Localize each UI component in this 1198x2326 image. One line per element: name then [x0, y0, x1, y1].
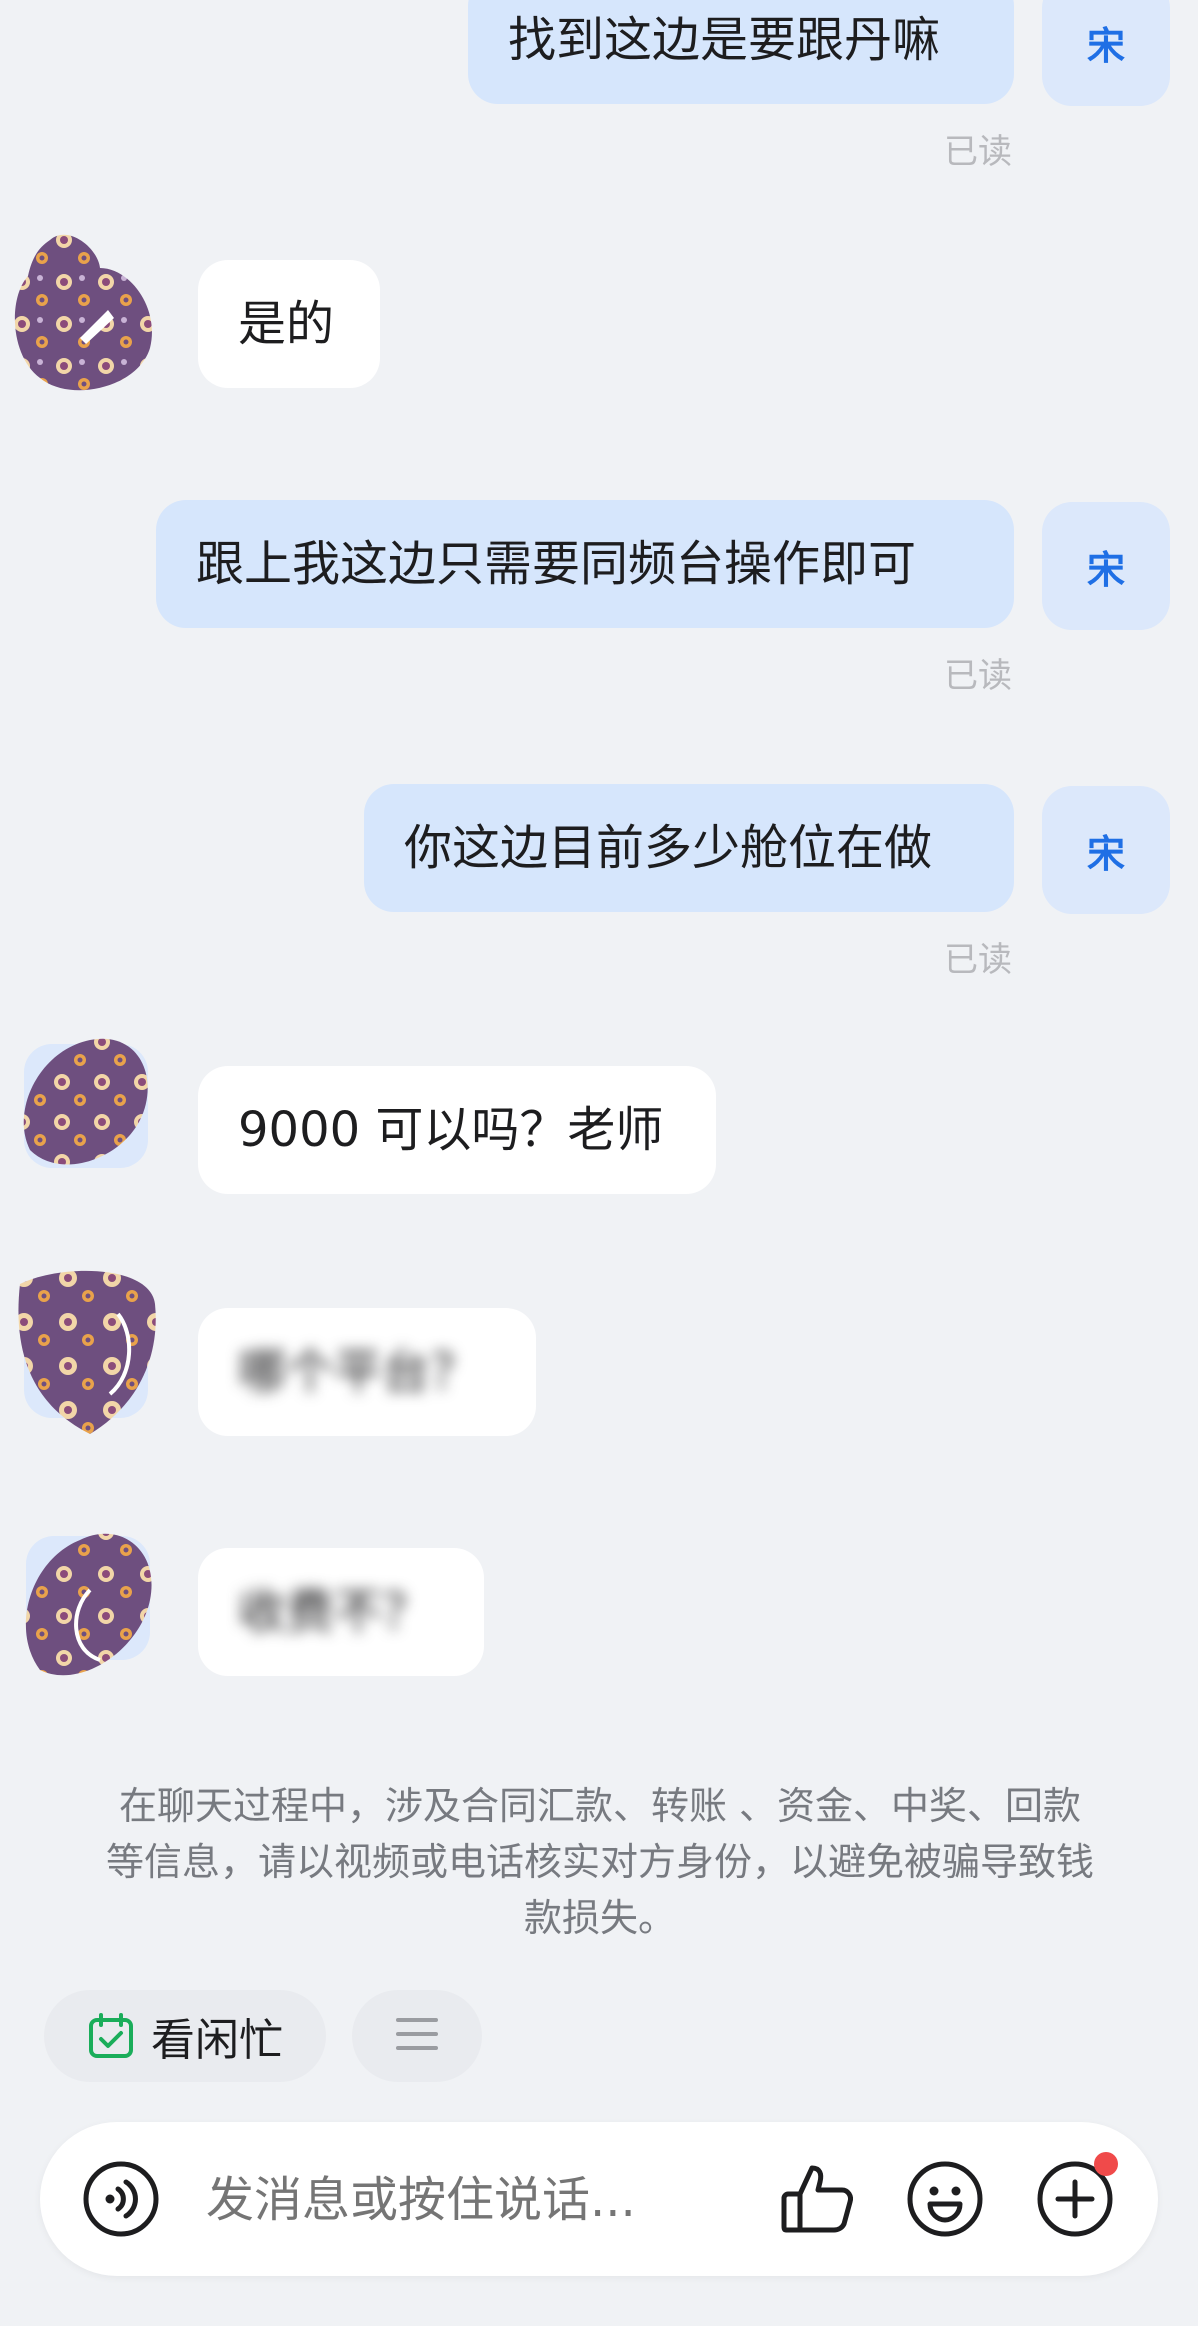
- schedule-chip-label: 看闲忙: [151, 2015, 283, 2066]
- message-bubble-incoming[interactable]: 哪个平台？: [198, 1308, 536, 1436]
- my-avatar[interactable]: 宋: [1042, 0, 1170, 106]
- peer-avatar[interactable]: [10, 1030, 160, 1200]
- blurred-message-text: 收费不？: [238, 1584, 431, 1640]
- voice-icon[interactable]: [82, 2160, 160, 2238]
- avatar-char: 宋: [1086, 831, 1125, 876]
- emoji-icon[interactable]: [906, 2160, 984, 2238]
- my-avatar[interactable]: 宋: [1042, 786, 1170, 914]
- avatar-char: 宋: [1086, 23, 1125, 68]
- safety-notice: 在聊天过程中，涉及合同汇款、转账 、资金、中奖、回款等信息，请以视频或电话核实对…: [105, 1784, 1094, 1940]
- my-avatar[interactable]: 宋: [1042, 502, 1170, 630]
- calendar-check-icon: [87, 2012, 135, 2060]
- message-bubble-outgoing[interactable]: 你这边目前多少舱位在做: [364, 784, 1014, 912]
- schedule-chip[interactable]: 看闲忙: [44, 1990, 326, 2082]
- message-bubble-incoming[interactable]: 收费不？: [198, 1548, 484, 1676]
- message-input[interactable]: [204, 2160, 768, 2240]
- message-bubble-outgoing[interactable]: 跟上我这边只需要同频台操作即可: [156, 500, 1014, 628]
- peer-avatar[interactable]: [10, 228, 160, 398]
- thumbs-up-icon[interactable]: [776, 2158, 856, 2238]
- read-status: 已读: [944, 656, 1012, 696]
- message-input-bar: [40, 2122, 1158, 2276]
- blurred-message-text: 哪个平台？: [238, 1344, 479, 1400]
- message-bubble-outgoing[interactable]: 找到这边是要跟丹嘛: [468, 0, 1014, 104]
- avatar-char: 宋: [1086, 547, 1125, 592]
- peer-avatar[interactable]: [10, 1520, 160, 1690]
- notification-dot: [1094, 2152, 1118, 2176]
- message-bubble-incoming[interactable]: 9000 可以吗？老师: [198, 1066, 716, 1194]
- peer-avatar[interactable]: [10, 1264, 160, 1434]
- read-status: 已读: [944, 940, 1012, 980]
- message-bubble-incoming[interactable]: 是的: [198, 260, 380, 388]
- read-status: 已读: [944, 132, 1012, 172]
- menu-icon: [396, 2016, 438, 2056]
- menu-chip[interactable]: [352, 1990, 482, 2082]
